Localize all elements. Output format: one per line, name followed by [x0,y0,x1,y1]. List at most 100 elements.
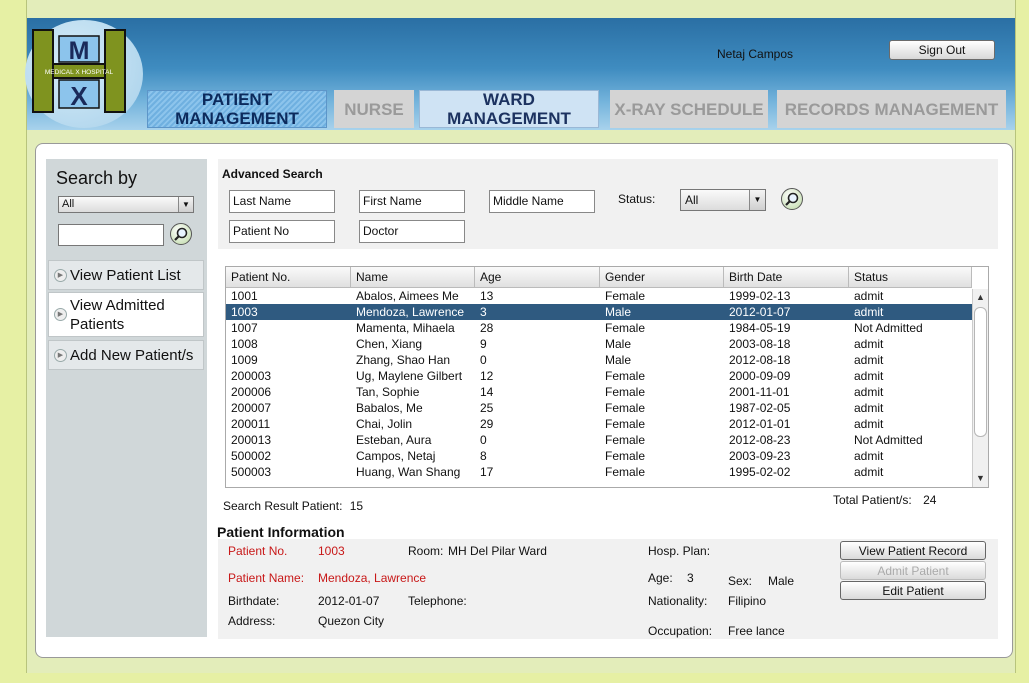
patient-info-panel: Patient No. 1003 Room: MH Del Pilar Ward… [218,539,998,639]
table-scrollbar[interactable]: ▲ ▼ [972,289,988,487]
search-filter-select[interactable]: All ▼ [58,196,194,213]
tab-patient-management[interactable]: PATIENT MANAGEMENT [147,90,327,128]
main-panel: Search by All ▼ ▶ View Patient List ▶ Vi… [35,143,1013,658]
table-cell: 3 [480,305,487,319]
column-header-age[interactable]: Age [475,267,600,287]
table-cell: admit [854,385,884,399]
tab-records-management[interactable]: RECORDS MANAGEMENT [777,90,1006,128]
chevron-down-icon: ▼ [749,190,765,210]
scrollbar-thumb[interactable] [974,307,987,437]
sidebar-search-input[interactable] [58,224,164,246]
sidebar-item-label: View Admitted Patients [70,296,165,333]
sidebar: Search by All ▼ ▶ View Patient List ▶ Vi… [46,159,207,637]
table-cell: Not Admitted [854,321,923,335]
search-icon [174,227,188,241]
table-cell: 28 [480,321,494,335]
table-cell: admit [854,289,884,303]
first-name-field[interactable]: First Name [359,190,465,213]
table-row[interactable]: 200013 Esteban, Aura 0 Female 2012-08-23 Not … [226,432,972,448]
table-cell: Female [605,289,646,303]
scroll-down-icon[interactable]: ▼ [973,471,988,486]
table-row[interactable]: 200003 Ug, Maylene Gilbert 12 Female 2000-09… [226,368,972,384]
last-name-field[interactable]: Last Name [229,190,335,213]
table-row[interactable]: 200011 Chai, Jolin 29 Female 2012-01-01 admit [226,416,972,432]
table-row[interactable]: 200007 Babalos, Me 25 Female 1987-02-05 admit [226,400,972,416]
table-cell: Chen, Xiang [356,337,423,351]
occupation-label: Occupation: [648,624,713,638]
table-row[interactable]: 500002 Campos, Netaj 8 Female 2003-09-23 admi… [226,448,972,464]
table-cell: Female [605,369,646,383]
column-header-status[interactable]: Status [849,267,972,287]
table-cell: 1007 [231,321,258,335]
table-cell: 1999-02-13 [729,289,791,303]
table-row[interactable]: 500003 Huang, Wan Shang 17 Female 1995-02-02… [226,464,972,480]
search-result-summary: Search Result Patient: 15 [223,499,363,513]
sidebar-item-view-admitted-patients[interactable]: ▶ View Admitted Patients [48,292,204,337]
chevron-right-icon: ▶ [54,348,67,362]
table-row[interactable]: 1001 Abalos, Aimees Me 13 Female 1999-02-13 a… [226,288,972,304]
table-cell: 2012-01-07 [729,305,791,319]
doctor-field[interactable]: Doctor [359,220,465,243]
table-cell: Campos, Netaj [356,449,436,463]
column-header-patient-no[interactable]: Patient No. [226,267,351,287]
sidebar-search-button[interactable] [170,223,192,245]
chevron-right-icon: ▶ [54,268,67,282]
table-cell: 200011 [231,417,271,431]
table-cell: admit [854,305,884,319]
sign-out-button[interactable]: Sign Out [889,40,995,60]
sidebar-item-label: Add New Patient/s [70,346,194,364]
nationality-value: Filipino [728,594,767,608]
table-cell: Female [605,449,646,463]
app-header: M X MEDICAL X HOSPITAL Netaj Campos Sign… [25,18,1015,130]
table-cell: Female [605,385,646,399]
status-select-value: All [685,193,699,207]
table-cell: 1984-05-19 [729,321,791,335]
table-cell: Ug, Maylene Gilbert [356,369,463,383]
telephone-label: Telephone: [408,594,467,608]
search-result-label: Search Result Patient: [223,499,343,513]
tab-ward-management[interactable]: WARD MANAGEMENT [419,90,599,128]
birthdate-value: 2012-01-07 [318,594,380,608]
patient-no-field[interactable]: Patient No [229,220,335,243]
table-row[interactable]: 1008 Chen, Xiang 9 Male 2003-08-18 admit [226,336,972,352]
tab-nurse[interactable]: NURSE [334,90,414,128]
table-cell: 29 [480,417,494,431]
column-header-birth-date[interactable]: Birth Date [724,267,849,287]
view-patient-record-button[interactable]: View Patient Record [840,541,986,560]
age-label: Age: [648,571,673,585]
status-select[interactable]: All ▼ [680,189,766,211]
table-cell: 12 [480,369,494,383]
sidebar-item-view-patient-list[interactable]: ▶ View Patient List [48,260,204,290]
table-cell: 2012-01-01 [729,417,791,431]
birthdate-label: Birthdate: [228,594,280,608]
scroll-up-icon[interactable]: ▲ [973,290,988,305]
table-cell: Chai, Jolin [356,417,413,431]
sidebar-item-add-new-patients[interactable]: ▶ Add New Patient/s [48,340,204,370]
total-patients-label: Total Patient/s: [833,493,912,507]
advanced-search-title: Advanced Search [222,167,323,181]
table-cell: 1009 [231,353,258,367]
advanced-search-button[interactable] [781,188,803,210]
table-cell: Tan, Sophie [356,385,420,399]
table-cell: admit [854,369,884,383]
edit-patient-button[interactable]: Edit Patient [840,581,986,600]
column-header-gender[interactable]: Gender [600,267,724,287]
table-row[interactable]: 1009 Zhang, Shao Han 0 Male 2012-08-18 admit [226,352,972,368]
table-cell: Female [605,433,646,447]
column-header-name[interactable]: Name [351,267,475,287]
hospital-logo: M X MEDICAL X HOSPITAL [32,29,126,113]
table-row[interactable]: 1003 Mendoza, Lawrence 3 Male 2012-01-07 admi… [226,304,972,320]
table-cell: 14 [480,385,494,399]
table-row[interactable]: 1007 Mamenta, Mihaela 28 Female 1984-05-19 No… [226,320,972,336]
table-cell: Mendoza, Lawrence [356,305,465,319]
table-cell: Male [605,305,632,319]
table-row[interactable]: 200006 Tan, Sophie 14 Female 2001-11-01 admit [226,384,972,400]
chevron-down-icon: ▼ [178,197,193,212]
table-cell: 17 [480,465,494,479]
hosp-plan-label: Hosp. Plan: [648,544,711,558]
tab-xray-schedule[interactable]: X-RAY SCHEDULE [610,90,768,128]
middle-name-field[interactable]: Middle Name [489,190,595,213]
table-cell: 200006 [231,385,272,399]
occupation-value: Free lance [728,624,785,638]
address-value: Quezon City [318,614,385,628]
